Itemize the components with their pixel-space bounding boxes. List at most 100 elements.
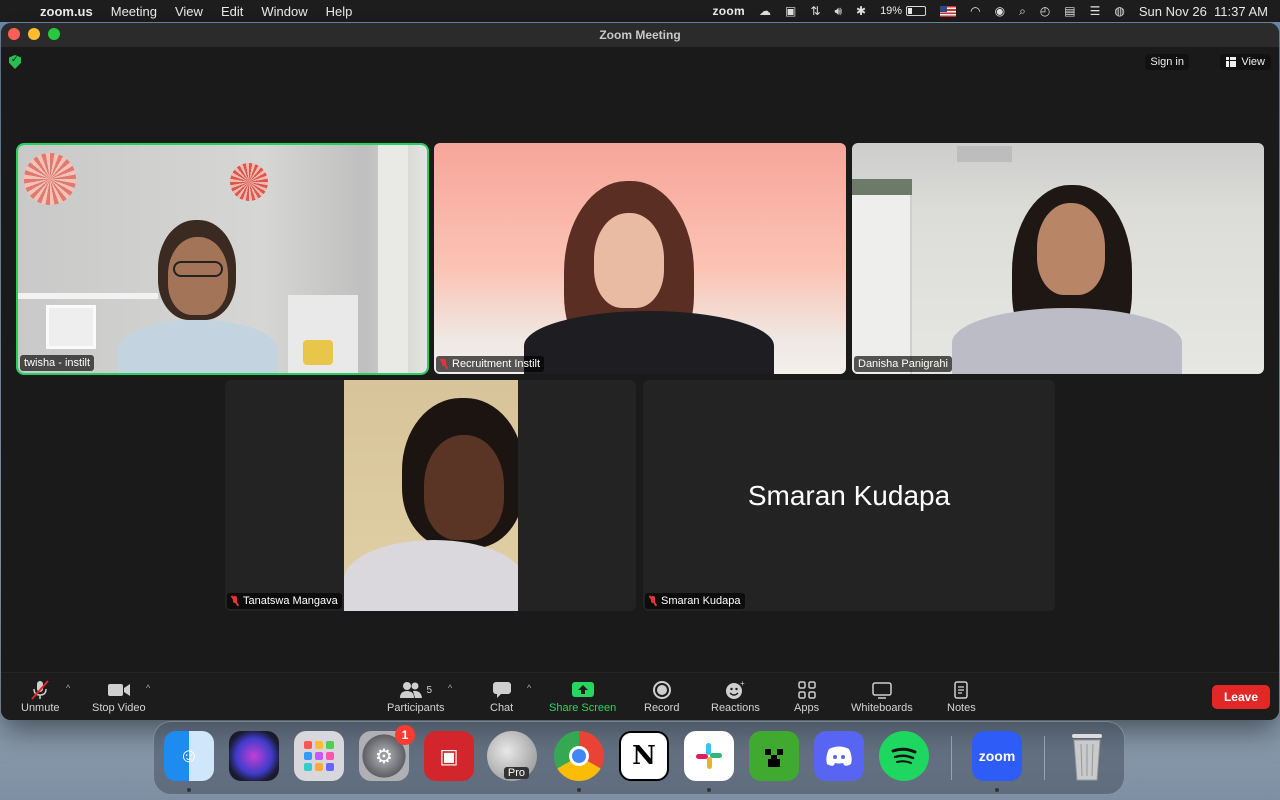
stop-video-button[interactable]: Stop Video xyxy=(92,679,146,714)
minecraft-app-icon[interactable] xyxy=(749,731,799,781)
grid-view-icon xyxy=(1226,57,1237,67)
apps-icon xyxy=(797,679,817,701)
participant-name-tag: Tanatswa Mangava xyxy=(227,593,342,609)
siri-app-icon[interactable] xyxy=(229,731,279,781)
window-title: Zoom Meeting xyxy=(599,28,681,42)
participant-name: Smaran Kudapa xyxy=(661,595,741,607)
participant-name-tag: Smaran Kudapa xyxy=(645,593,745,609)
muted-microphone-icon xyxy=(649,596,657,606)
view-button[interactable]: View xyxy=(1220,54,1271,70)
system-settings-app-icon[interactable]: ⚙ 1 xyxy=(359,725,415,781)
video-tile-recruitment-instilt[interactable]: Recruitment Instilt xyxy=(434,143,846,374)
meeting-toolbar: Unmute ^ Stop Video ^ 5 Participants ^ C… xyxy=(1,672,1279,720)
screen-share-icon[interactable]: ▣ xyxy=(785,4,796,18)
menu-meeting[interactable]: Meeting xyxy=(111,4,157,19)
share-screen-button[interactable]: Share Screen xyxy=(549,679,616,714)
notion-app-icon[interactable]: N xyxy=(619,731,669,781)
close-window-button[interactable] xyxy=(8,28,20,40)
participants-button[interactable]: 5 Participants xyxy=(387,679,444,714)
battery-status[interactable]: 19% xyxy=(880,5,927,17)
wifi-icon[interactable]: ◠ xyxy=(970,4,980,18)
muted-microphone-icon xyxy=(440,359,448,369)
title-bar: Zoom Meeting xyxy=(1,23,1279,47)
participants-count: 5 xyxy=(426,684,433,696)
fullscreen-window-button[interactable] xyxy=(48,28,60,40)
leave-button[interactable]: Leave xyxy=(1211,685,1270,709)
zoom-app-label: zoom xyxy=(978,748,1016,764)
network-icon[interactable]: ⇅ xyxy=(810,4,820,18)
photo-booth-app-icon[interactable]: ▣ xyxy=(424,731,474,781)
participants-icon: 5 xyxy=(399,679,432,701)
search-icon[interactable]: ⌕ xyxy=(1019,4,1026,19)
app-menu[interactable]: zoom.us xyxy=(40,4,93,19)
video-options-chevron-icon[interactable]: ^ xyxy=(146,683,150,693)
muted-microphone-icon xyxy=(231,596,239,606)
record-button[interactable]: Record xyxy=(644,679,679,714)
encryption-shield-icon[interactable] xyxy=(9,55,21,69)
volume-icon[interactable]: 🔊︎ xyxy=(834,4,842,19)
share-screen-icon xyxy=(571,679,595,701)
user-icon[interactable]: ◉ xyxy=(995,4,1005,18)
reactions-button[interactable]: + Reactions xyxy=(711,679,760,714)
creative-cloud-icon[interactable]: ☁ xyxy=(759,4,771,18)
menu-view[interactable]: View xyxy=(175,4,203,19)
battery-icon xyxy=(906,6,927,16)
notes-button[interactable]: Notes xyxy=(947,679,976,714)
video-tile-smaran-kudapa[interactable]: Smaran Kudapa Smaran Kudapa xyxy=(643,380,1055,611)
reactions-smiley-icon: + xyxy=(724,679,746,701)
video-tile-twisha[interactable]: twisha - instilt xyxy=(16,143,429,375)
battery-percent: 19% xyxy=(880,5,903,17)
participant-name: Tanatswa Mangava xyxy=(243,595,338,607)
video-tile-danisha-panigrahi[interactable]: Danisha Panigrahi xyxy=(852,143,1264,374)
chat-bubble-icon xyxy=(491,679,513,701)
audio-options-chevron-icon[interactable]: ^ xyxy=(66,683,70,693)
video-camera-icon xyxy=(107,679,131,701)
apps-button[interactable]: Apps xyxy=(794,679,819,714)
video-off-name: Smaran Kudapa xyxy=(747,479,951,511)
trash-icon[interactable] xyxy=(1062,731,1112,781)
sign-in-button[interactable]: Sign in xyxy=(1145,54,1189,70)
earth-pro-label: Pro xyxy=(503,767,529,779)
minimize-window-button[interactable] xyxy=(28,28,40,40)
dock: ☺ ⚙ 1 ▣ Pro N zoom xyxy=(153,721,1125,795)
menu-help[interactable]: Help xyxy=(326,4,353,19)
input-source-flag-icon[interactable] xyxy=(940,5,957,17)
menu-edit[interactable]: Edit xyxy=(221,4,243,19)
google-earth-pro-app-icon[interactable]: Pro xyxy=(487,731,537,781)
whiteboard-icon xyxy=(871,679,893,701)
svg-text:+: + xyxy=(740,680,745,688)
notification-badge: 1 xyxy=(395,725,415,745)
siri-icon[interactable]: ◍ xyxy=(1114,4,1124,18)
chat-options-chevron-icon[interactable]: ^ xyxy=(527,683,531,693)
whiteboards-button[interactable]: Whiteboards xyxy=(851,679,913,714)
google-chrome-app-icon[interactable] xyxy=(554,731,604,781)
participant-name: Recruitment Instilt xyxy=(452,358,541,370)
time-machine-icon[interactable]: ◴ xyxy=(1040,4,1050,18)
clock[interactable]: Sun Nov 26 11:37 AM xyxy=(1139,4,1268,19)
unmute-button[interactable]: Unmute xyxy=(21,679,60,714)
zoom-status-item[interactable]: zoom xyxy=(713,4,746,18)
participant-name: Danisha Panigrahi xyxy=(858,358,948,370)
video-tile-tanatswa-mangava[interactable]: Tanatswa Mangava xyxy=(225,380,636,611)
participant-name-tag: Recruitment Instilt xyxy=(436,356,545,372)
participant-name-tag: twisha - instilt xyxy=(20,355,95,371)
slack-app-icon[interactable] xyxy=(684,731,734,781)
participants-options-chevron-icon[interactable]: ^ xyxy=(448,683,452,693)
bluetooth-icon[interactable]: ✱ xyxy=(856,4,866,18)
record-icon xyxy=(652,679,672,701)
discord-app-icon[interactable] xyxy=(814,731,864,781)
participant-name: twisha - instilt xyxy=(24,357,91,369)
participant-video xyxy=(852,143,1264,374)
meeting-top-strip: Sign in View xyxy=(1,47,1279,77)
chat-button[interactable]: Chat xyxy=(490,679,513,714)
control-center-icon[interactable]: ☰ xyxy=(1090,4,1101,18)
keyboard-icon[interactable]: ▤ xyxy=(1064,4,1075,18)
finder-app-icon[interactable]: ☺ xyxy=(164,731,214,781)
menu-window[interactable]: Window xyxy=(261,4,307,19)
notes-icon xyxy=(952,679,970,701)
launchpad-app-icon[interactable] xyxy=(294,731,344,781)
muted-microphone-icon xyxy=(29,679,51,701)
zoom-app-icon[interactable]: zoom xyxy=(972,731,1022,781)
spotify-app-icon[interactable] xyxy=(879,731,929,781)
view-label: View xyxy=(1241,56,1265,68)
